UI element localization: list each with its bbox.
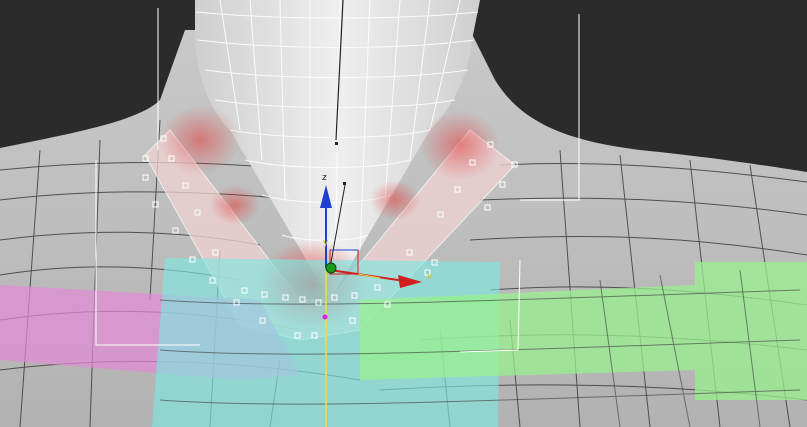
gizmo-x-label: x xyxy=(427,272,433,282)
gizmo-y-label: y xyxy=(323,238,329,248)
gizmo-z-label: z xyxy=(322,173,327,183)
3d-viewport[interactable]: z x y xyxy=(0,0,807,427)
soft-selection-glow-lower-right xyxy=(370,180,420,220)
viewport-scene[interactable]: z x y xyxy=(0,0,807,427)
gizmo-pivot[interactable] xyxy=(325,262,337,274)
pivot-dot-upper xyxy=(335,142,338,145)
gizmo-magenta-marker xyxy=(322,314,328,320)
soft-selection-glow-lower-left xyxy=(210,185,260,225)
soft-selection-glow-left xyxy=(160,105,240,175)
pivot-dot-lower xyxy=(343,182,346,185)
